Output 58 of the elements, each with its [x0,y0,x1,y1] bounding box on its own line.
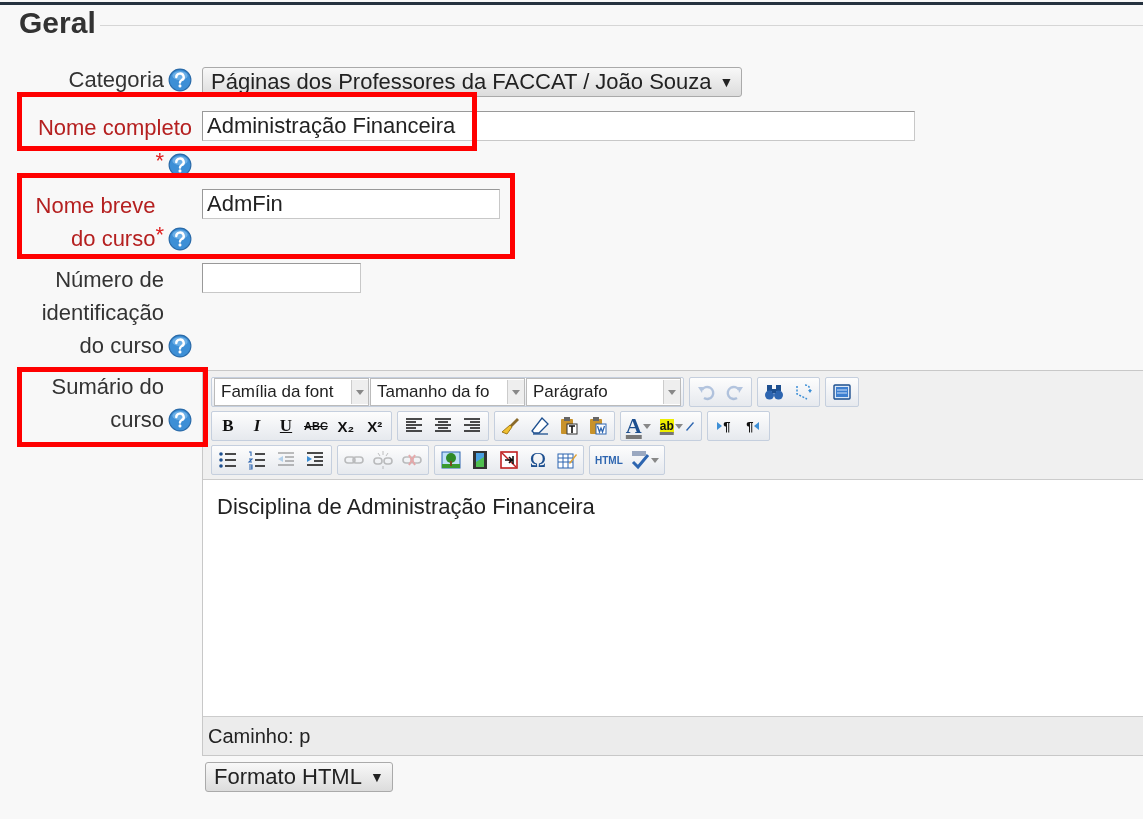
binoculars-icon [764,382,784,402]
clipboard-icon [587,416,608,436]
right-to-left-button[interactable]: ¶ [739,413,766,439]
caret-icon [668,389,676,395]
help-icon[interactable] [168,68,192,92]
caret-icon [356,389,364,395]
tree-picture-icon [441,450,461,470]
triangle-icon [754,422,760,430]
editor-text: Disciplina de Administração Financeira [217,494,595,520]
triangle-icon [717,422,723,430]
help-icon[interactable] [168,334,192,358]
check-icon [629,450,650,470]
special-character-button[interactable]: Ω [525,447,551,473]
replace-icon [793,382,813,402]
eraser-icon [529,416,550,436]
highlight-color-button[interactable]: ab [657,413,698,439]
strikethrough-button[interactable]: ABC [302,413,330,439]
window-icon [832,382,852,402]
pen-icon [683,421,694,431]
box-arrow-icon [499,450,519,470]
help-icon[interactable] [168,227,192,251]
required-mark: * [155,222,164,247]
italic-button[interactable]: I [244,413,270,439]
subscript-button[interactable]: X₂ [332,413,359,439]
toolbar-dropdown[interactable]: Parágrafo [526,378,681,406]
superscript-button[interactable]: X² [361,413,388,439]
input-field[interactable]: AdmFin [202,189,500,219]
caret-icon [642,423,651,429]
help-icon[interactable] [168,408,192,432]
brush-icon [500,416,521,436]
field-label: Nome breve do curso [34,192,156,253]
field-label: Sumário do curso [50,373,164,434]
html-button[interactable]: HTML [593,447,625,473]
caret-icon [674,423,683,429]
numbered-list-icon [247,450,267,470]
bold-button[interactable]: B [215,413,241,439]
editor-content-area[interactable]: Disciplina de Administração Financeira [203,479,1143,717]
field-label: Categoria [68,66,164,94]
field-label: Nome completo [37,114,192,142]
clipboard-icon [558,416,579,436]
required-mark: * [155,148,164,173]
text-color-button[interactable]: A [623,413,655,439]
field-label: Número de identificação do curso [40,266,164,360]
category-dropdown[interactable]: Páginas dos Professores da FACCAT / João Souza ▼ [202,67,743,97]
toolbar-dropdown[interactable]: Família da font [214,378,369,406]
film-icon [470,450,490,470]
element-path: Caminho: p [208,724,311,748]
caret-icon [512,389,520,395]
toolbar-dropdown[interactable]: Tamanho da fo [370,378,525,406]
broken-chain-icon [373,450,393,470]
input-field[interactable] [202,263,361,293]
table-icon [557,450,577,470]
left-to-right-button[interactable]: ¶ [710,413,737,439]
bullet-list-icon [218,450,238,470]
format-dropdown[interactable]: Formato HTML ▼ [205,762,393,792]
input-field[interactable]: Administração Financeira [202,111,915,141]
underline-button[interactable]: U [273,413,299,439]
caret-icon [650,457,659,463]
